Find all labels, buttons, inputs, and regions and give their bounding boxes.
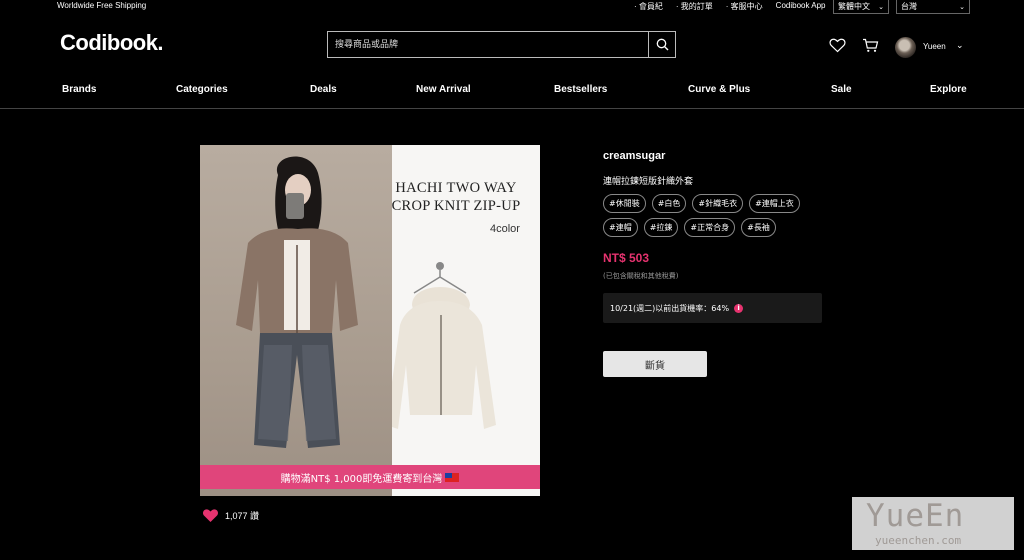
language-value: 繁體中文 [838,2,870,11]
utility-links: · 會員紀 · 我的訂單 · 客服中心 Codibook App [634,1,839,12]
nav-item-curve-plus[interactable]: Curve & Plus [688,84,750,95]
nav-divider [0,108,1024,109]
region-value: 台灣 [901,2,917,11]
util-link-app[interactable]: Codibook App [776,1,826,12]
watermark-main: YueEn [866,498,965,534]
utility-bar: Worldwide Free Shipping · 會員紀 · 我的訂單 · 客… [0,0,1024,14]
nav-item-brands[interactable]: Brands [62,84,96,95]
search-icon [656,38,668,51]
nav-item-bestsellers[interactable]: Bestsellers [554,84,607,95]
chevron-down-icon: ⌄ [959,3,965,11]
nav-item-new-arrival[interactable]: New Arrival [416,84,471,95]
main-nav: Brands Categories Deals New Arrival Best… [0,84,1024,98]
heart-filled-icon[interactable] [202,508,219,523]
avatar[interactable] [895,37,916,58]
tag[interactable]: #正常合身 [684,218,736,237]
nav-item-deals[interactable]: Deals [310,84,337,95]
likes[interactable]: 1,077 讚 [202,508,259,523]
promo-text: 購物滿NT$ 1,000即免運費寄到台灣 [280,473,443,485]
tag[interactable]: #白色 [651,194,687,213]
info-icon[interactable]: i [734,303,744,313]
likes-count: 1,077 讚 [225,511,260,521]
tag[interactable]: #連帽上衣 [749,194,800,213]
user-name[interactable]: Yueen [923,42,946,51]
nav-item-categories[interactable]: Categories [176,84,228,95]
tag[interactable]: #拉鍊 [643,218,679,237]
model-illustration [236,156,358,448]
shipping-estimate: 10/21(週二)以前出貨機率：64% i [603,293,822,323]
promo-banner: 購物滿NT$ 1,000即免運費寄到台灣 [200,465,540,489]
nav-item-explore[interactable]: Explore [930,84,967,95]
util-link-orders[interactable]: · 我的訂單 [676,1,713,12]
tag[interactable]: #連帽 [603,218,638,237]
product-image-title-line1: HACHI TWO WAY [395,180,517,196]
taiwan-flag-icon [445,472,460,482]
watermark: YueEn yueenchen.com [852,497,1014,550]
language-select[interactable]: 繁體中文 ⌄ [833,0,889,14]
wishlist-heart-icon[interactable] [829,38,846,53]
tag[interactable]: #休閒裝 [603,194,646,213]
tax-note: (已包含關稅和其他稅費) [603,272,679,280]
product-title: 連帽拉鍊短版針織外套 [603,177,694,187]
product-image-title-line2: CROP KNIT ZIP-UP [391,198,521,214]
util-link-member[interactable]: · 會員紀 [634,1,663,12]
nav-item-sale[interactable]: Sale [831,84,852,95]
product-image-title: HACHI TWO WAY CROP KNIT ZIP-UP [376,179,536,215]
tag[interactable]: #針織毛衣 [692,194,744,213]
product-image[interactable]: HACHI TWO WAY CROP KNIT ZIP-UP 4color 購物… [200,145,540,496]
site-logo[interactable]: Codibook. [60,30,164,56]
util-link-support[interactable]: · 客服中心 [726,1,763,12]
search-button[interactable] [648,32,675,57]
search-input[interactable] [328,32,648,57]
tag-list: #休閒裝 #白色 #針織毛衣 #連帽上衣 #連帽 #拉鍊 #正常合身 #長袖 [603,194,833,237]
model-photo [200,145,392,496]
product-image-color-count: 4color [490,223,520,235]
sold-out-button[interactable]: 斷貨 [603,351,707,377]
tag[interactable]: #長袖 [741,218,776,237]
chevron-down-icon[interactable]: ⌄ [956,40,964,51]
chevron-down-icon: ⌄ [878,3,884,11]
search-bar [327,31,676,58]
product-price: NT$ 503 [603,251,650,265]
free-shipping-text: Worldwide Free Shipping [57,1,147,10]
watermark-sub: yueenchen.com [875,534,962,547]
brand-name[interactable]: creamsugar [603,150,665,162]
shipping-estimate-text: 10/21(週二)以前出貨機率：64% [610,303,730,313]
region-select[interactable]: 台灣 ⌄ [896,0,970,14]
cart-icon[interactable] [862,38,879,53]
